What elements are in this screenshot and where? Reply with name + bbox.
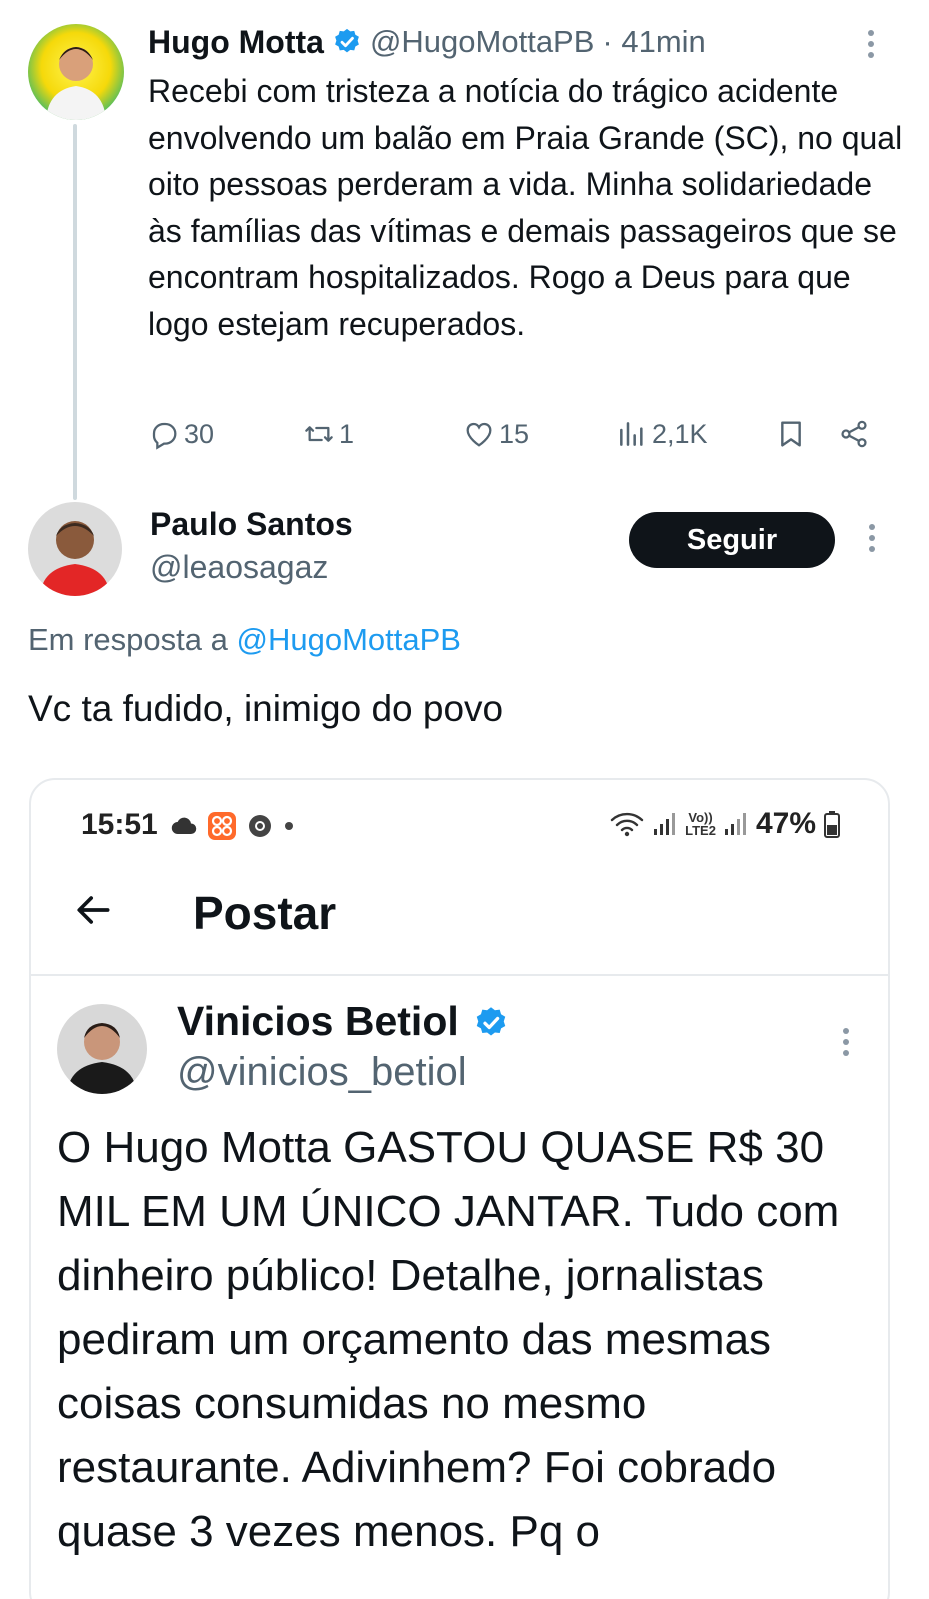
reply-author-handle[interactable]: @leaosagaz [150, 549, 328, 586]
status-bar-time: 15:51 [81, 808, 158, 841]
retweet-icon [305, 426, 333, 442]
reply-tweet-text: Vc ta fudido, inimigo do povo [28, 688, 504, 729]
embedded-screenshot-card[interactable]: 15:51 Vo)) LTE2 47% Postar Vinicios Beti… [29, 778, 890, 1599]
paulo-santos-avatar[interactable] [28, 502, 122, 596]
dot-icon [285, 822, 293, 830]
share-button[interactable] [838, 414, 874, 454]
retweet-button[interactable]: 1 [303, 414, 354, 454]
thread-line [73, 124, 77, 500]
tweet-actions: 30 1 15 2,1K [148, 414, 888, 454]
page-title: Postar [193, 887, 337, 939]
like-icon [466, 422, 492, 447]
reply-to-context: Em resposta a @HugoMottaPB [28, 622, 461, 658]
embedded-tweet-text: O Hugo Motta GASTOU QUASE R$ 30 MIL EM U… [57, 1123, 840, 1556]
reply-button[interactable]: 30 [148, 414, 214, 454]
status-bar-right-icons: Vo)) LTE2 47% [609, 806, 840, 842]
hugo-motta-avatar[interactable] [28, 24, 124, 120]
signal-icon [724, 813, 746, 835]
embedded-author-name[interactable]: Vinicios Betiol [177, 998, 459, 1045]
reply-author-name[interactable]: Paulo Santos [150, 506, 353, 543]
bookmark-icon [781, 421, 801, 447]
more-icon[interactable] [866, 30, 876, 58]
author-handle[interactable]: @HugoMottaPB [370, 24, 594, 60]
retweet-count: 1 [339, 418, 355, 449]
bookmark-button[interactable] [775, 414, 811, 454]
more-icon[interactable] [841, 1028, 851, 1056]
network-type: Vo)) LTE2 [685, 811, 716, 837]
verified-icon [332, 27, 362, 57]
verified-icon [473, 1004, 509, 1040]
reply-count: 30 [184, 418, 215, 449]
signal-icon [654, 813, 676, 835]
embedded-author-row: Vinicios Betiol [177, 998, 517, 1045]
wifi-icon [610, 812, 644, 837]
battery-percent: 47% [755, 807, 816, 840]
tweet-time: · 41min [602, 24, 706, 59]
reply-icon [152, 422, 177, 450]
lte-label: LTE2 [685, 823, 716, 838]
view-count: 2,1K [652, 418, 708, 449]
parent-tweet-text: Recebi com tristeza a notícia do trágico… [148, 73, 903, 342]
app-icon [208, 812, 236, 840]
views-button[interactable]: 2,1K [616, 414, 708, 454]
back-arrow-icon[interactable] [71, 888, 115, 932]
battery-icon [824, 811, 840, 838]
views-icon [620, 422, 643, 446]
author-name[interactable]: Hugo Motta [148, 24, 324, 61]
parent-tweet-header: Hugo Motta @HugoMottaPB · 41min [148, 20, 889, 64]
like-count: 15 [499, 418, 530, 449]
reply-to-prefix: Em resposta a [28, 622, 228, 657]
vinicios-betiol-avatar[interactable] [57, 1004, 147, 1094]
chrome-icon [249, 815, 271, 837]
status-bar-left-icons [171, 810, 295, 842]
more-icon[interactable] [867, 524, 877, 552]
post-page-header: Postar [31, 870, 888, 976]
share-icon [841, 420, 867, 448]
reply-to-mention[interactable]: @HugoMottaPB [237, 622, 461, 657]
follow-button[interactable]: Seguir [629, 512, 835, 568]
cloud-icon [171, 817, 197, 835]
like-button[interactable]: 15 [463, 414, 529, 454]
embedded-author-handle[interactable]: @vinicios_betiol [177, 1050, 467, 1095]
